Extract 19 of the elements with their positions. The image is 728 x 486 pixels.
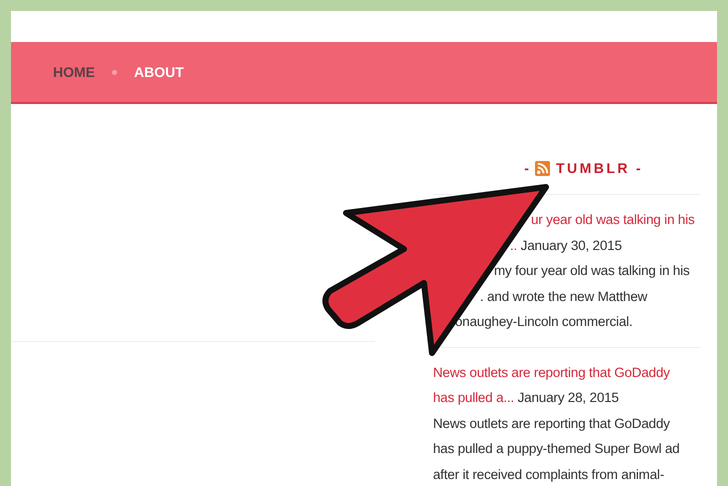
nav-link[interactable]: ABOUT bbox=[134, 64, 184, 80]
excerpt-text: my four year old was talking in his bbox=[494, 263, 690, 278]
post-title-link[interactable]: ur year old was talking in his bbox=[531, 212, 695, 227]
excerpt-text: onaughey-Lincoln commercial. bbox=[455, 314, 632, 329]
excerpt-text: News outlets are reporting that GoDaddy bbox=[433, 416, 670, 430]
post-date: January 28, 2015 bbox=[516, 390, 619, 405]
post-date: January 30, 2015 bbox=[520, 238, 622, 252]
rss-icon bbox=[534, 160, 550, 176]
title-dash: - bbox=[524, 160, 529, 176]
excerpt-text: . and wrote the new Matthew bbox=[480, 288, 648, 304]
widget-title[interactable]: TUMBLR bbox=[556, 160, 630, 176]
separator-dot bbox=[112, 70, 117, 74]
excerpt-text: has pulled a puppy-themed Super Bowl ad bbox=[433, 441, 680, 456]
post-title-link[interactable]: News outlets are reporting that GoDaddy bbox=[433, 364, 670, 380]
title-dash: - bbox=[636, 160, 641, 176]
excerpt-text: after it received complaints from animal- bbox=[433, 466, 664, 482]
post-title-link[interactable]: has pulled a... bbox=[433, 390, 514, 405]
nav-link[interactable]: HOME bbox=[53, 64, 95, 80]
post-title-link[interactable]: .. bbox=[510, 238, 518, 252]
